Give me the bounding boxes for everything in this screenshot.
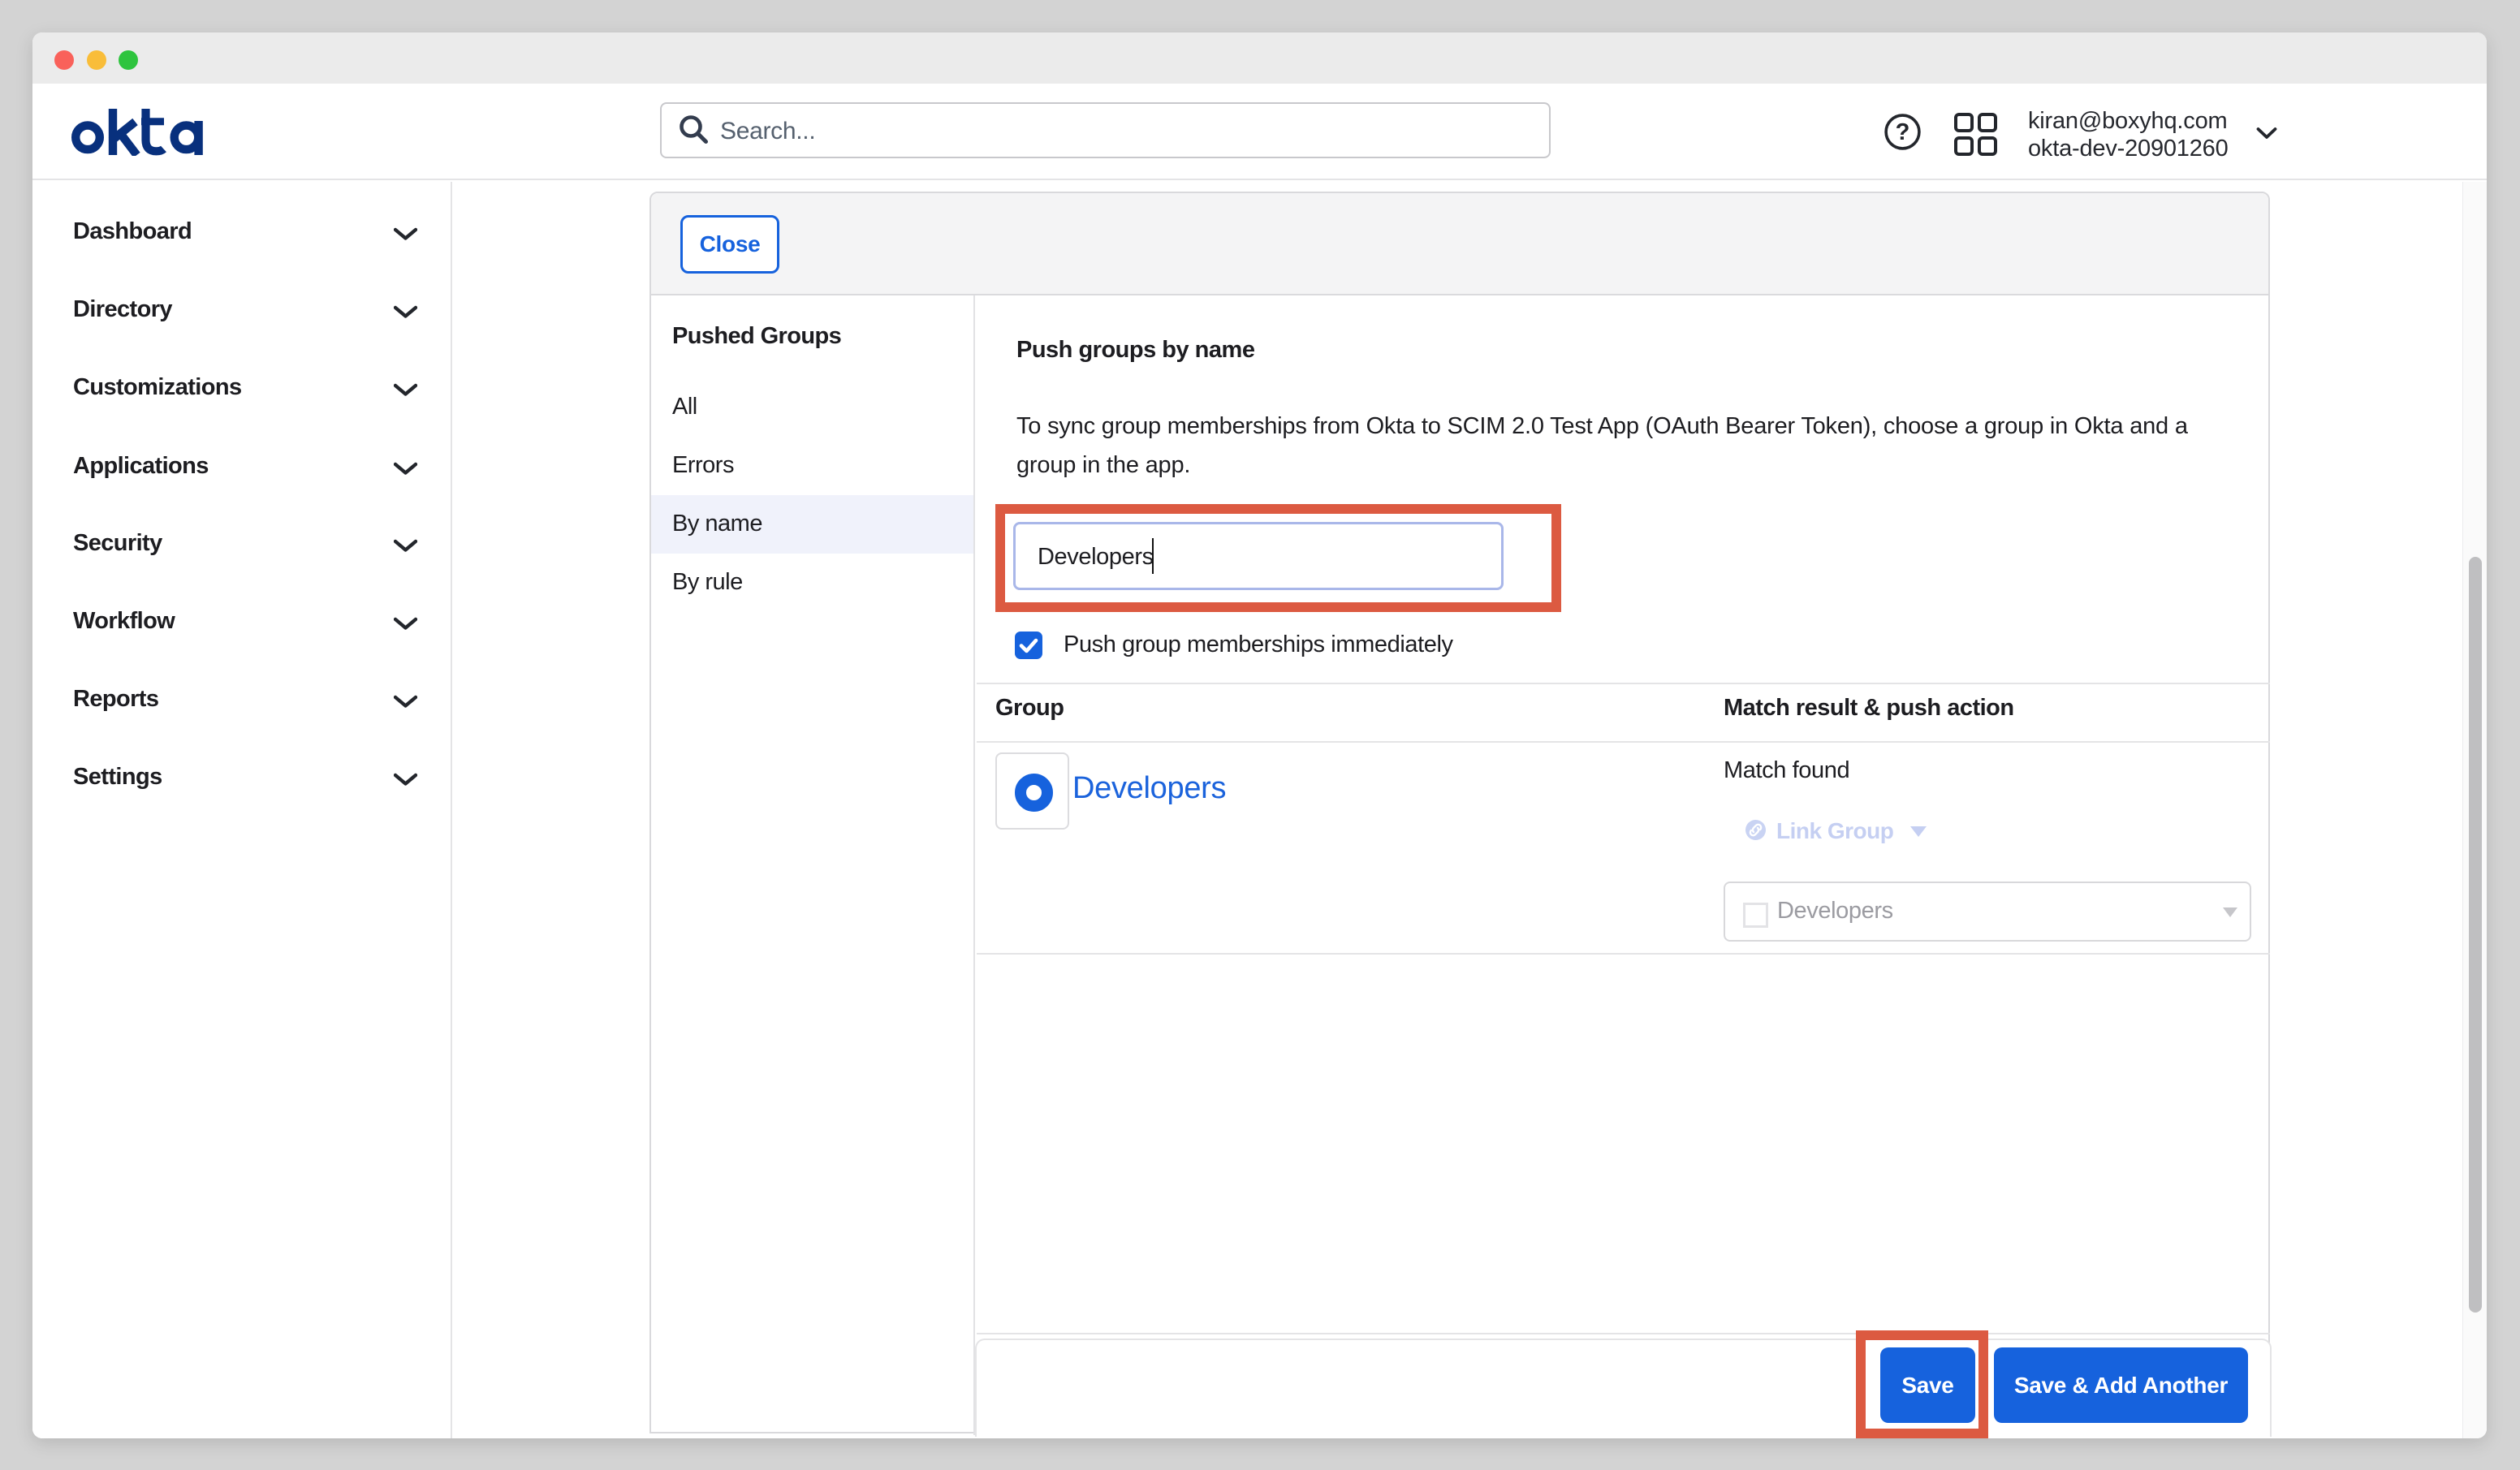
- svg-text:?: ?: [1896, 119, 1910, 145]
